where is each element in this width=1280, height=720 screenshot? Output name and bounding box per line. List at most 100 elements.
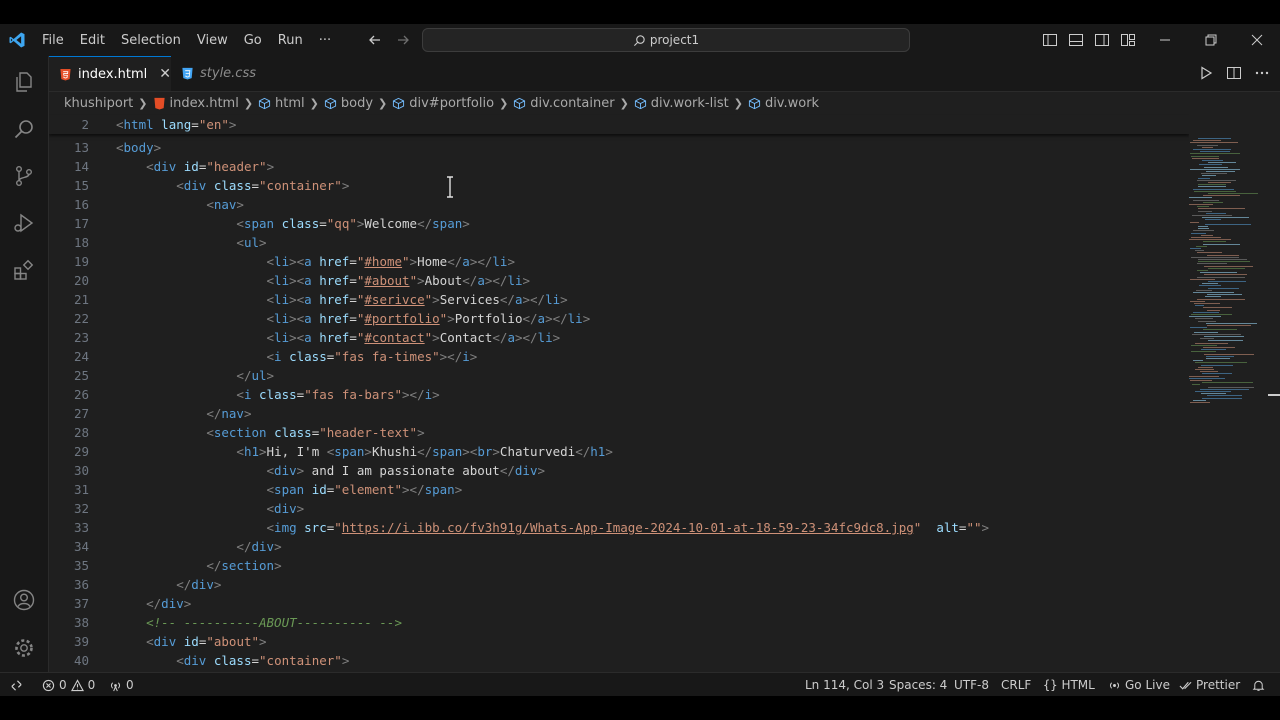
- breadcrumb: khushiport ❯ index.html ❯ html ❯ body ❯ div#p…: [49, 92, 1280, 114]
- minimap[interactable]: [1189, 114, 1269, 678]
- cursor-position[interactable]: Ln 114, Col 3: [805, 673, 884, 696]
- restore-icon: [1205, 34, 1217, 46]
- indentation[interactable]: Spaces: 4: [889, 673, 947, 696]
- minimap-line: [1192, 384, 1201, 386]
- toggle-panel-icon[interactable]: [1068, 32, 1084, 48]
- code-line[interactable]: 14 <div id="header">: [49, 157, 1189, 176]
- minimap-line: [1206, 358, 1230, 359]
- breadcrumb-file[interactable]: index.html: [153, 96, 239, 111]
- code-line[interactable]: 33 <img src="https://i.ibb.co/fv3h91g/Wh…: [49, 518, 1189, 537]
- source-control-button[interactable]: [10, 162, 38, 190]
- code-line[interactable]: 30 <div> and I am passionate about</div>: [49, 461, 1189, 480]
- breadcrumb-folder[interactable]: khushiport: [64, 96, 133, 111]
- code-line[interactable]: 18 <ul>: [49, 233, 1189, 252]
- code-line[interactable]: 21 <li><a href="#serivce">Services</a></…: [49, 290, 1189, 309]
- accounts-button[interactable]: [10, 586, 38, 614]
- tab-style-css[interactable]: style.css: [171, 56, 281, 91]
- breadcrumb-item[interactable]: div.work: [748, 96, 819, 111]
- go-live-button[interactable]: Go Live: [1108, 673, 1170, 696]
- minimap-line: [1199, 285, 1222, 287]
- code-line[interactable]: 32 <div>: [49, 499, 1189, 518]
- end-of-line[interactable]: CRLF: [1001, 673, 1031, 696]
- minimap-line: [1200, 388, 1250, 390]
- code-text: <div> and I am passionate about</div>: [266, 463, 545, 478]
- minimize-button[interactable]: [1142, 24, 1188, 56]
- menu-item-1[interactable]: Edit: [72, 33, 113, 48]
- menu-item-3[interactable]: View: [189, 33, 236, 48]
- menu-item-5[interactable]: Run: [270, 33, 311, 48]
- breadcrumb-item[interactable]: body: [324, 96, 373, 111]
- code-line[interactable]: 38 <!-- ----------ABOUT---------- -->: [49, 613, 1189, 632]
- code-line[interactable]: 25 </ul>: [49, 366, 1189, 385]
- run-icon[interactable]: [1198, 65, 1214, 81]
- restore-button[interactable]: [1188, 24, 1234, 56]
- line-number: 2: [81, 117, 89, 132]
- code-line[interactable]: 29 <h1>Hi, I'm <span>Khushi</span><br>Ch…: [49, 442, 1189, 461]
- back-arrow-icon[interactable]: [366, 31, 384, 49]
- vscode-window: File Edit Selection View Go Run ··· project1: [0, 24, 1280, 696]
- command-center-search[interactable]: project1: [422, 28, 910, 52]
- code-line[interactable]: 39 <div id="about">: [49, 632, 1189, 651]
- split-editor-icon[interactable]: [1226, 65, 1242, 81]
- code-line[interactable]: 13 <body>: [49, 138, 1189, 157]
- code-line[interactable]: 15 <div class="container">: [49, 176, 1189, 195]
- code-line[interactable]: 31 <span id="element"></span>: [49, 480, 1189, 499]
- language-mode[interactable]: {} HTML: [1043, 673, 1095, 696]
- code-line[interactable]: 20 <li><a href="#about">About</a></li>: [49, 271, 1189, 290]
- menu-item-6[interactable]: ···: [311, 33, 339, 48]
- code-line[interactable]: 34 </div>: [49, 537, 1189, 556]
- ports-indicator[interactable]: 0: [109, 673, 134, 696]
- minimap-line: [1189, 204, 1214, 205]
- minimap-line: [1208, 267, 1245, 269]
- code-line[interactable]: 16 <nav>: [49, 195, 1189, 214]
- toggle-primary-sidebar-icon[interactable]: [1042, 32, 1058, 48]
- more-actions-icon[interactable]: [1254, 65, 1270, 81]
- ports-count: 0: [126, 678, 134, 692]
- code-line[interactable]: 17 <span class="qq">Welcome</span>: [49, 214, 1189, 233]
- search-view-button[interactable]: [10, 115, 38, 143]
- menu-item-2[interactable]: Selection: [113, 33, 189, 48]
- code-line[interactable]: 19 <li><a href="#home">Home</a></li>: [49, 252, 1189, 271]
- close-window-button[interactable]: [1234, 24, 1280, 56]
- minimap-line: [1204, 274, 1248, 276]
- code-line[interactable]: 37 </div>: [49, 594, 1189, 613]
- code-line[interactable]: 35 </section>: [49, 556, 1189, 575]
- forward-arrow-icon[interactable]: [394, 31, 412, 49]
- code-line[interactable]: 23 <li><a href="#contact">Contact</a></l…: [49, 328, 1189, 347]
- minimap-line: [1191, 155, 1219, 157]
- code-line[interactable]: 26 <i class="fas fa-bars"></i>: [49, 385, 1189, 404]
- notifications-button[interactable]: [1252, 673, 1265, 696]
- manage-button[interactable]: [10, 634, 38, 662]
- minimap-line: [1198, 228, 1209, 230]
- explorer-button[interactable]: [10, 68, 38, 96]
- code-line[interactable]: 27 </nav>: [49, 404, 1189, 423]
- warning-count: 0: [87, 678, 96, 692]
- remote-indicator[interactable]: [10, 673, 23, 696]
- encoding[interactable]: UTF-8: [954, 673, 989, 696]
- close-tab-icon[interactable]: ✕: [159, 66, 171, 82]
- menu-item-4[interactable]: Go: [236, 33, 270, 48]
- menu-item-0[interactable]: File: [34, 33, 72, 48]
- code-line[interactable]: 2 <html lang="en">: [49, 115, 1189, 134]
- customize-layout-icon[interactable]: [1120, 32, 1136, 48]
- breadcrumb-item[interactable]: html: [258, 96, 305, 111]
- vscode-logo-icon[interactable]: [8, 31, 26, 49]
- minimap-line: [1197, 263, 1228, 265]
- code-line[interactable]: 36 </div>: [49, 575, 1189, 594]
- code-line[interactable]: 28 <section class="header-text">: [49, 423, 1189, 442]
- breadcrumb-item[interactable]: div#portfolio: [392, 96, 494, 111]
- scrollbar-marker[interactable]: [1268, 394, 1280, 396]
- code-editor[interactable]: 2 <html lang="en"> 13 <body> 14 <div id="hea…: [49, 114, 1189, 678]
- extensions-button[interactable]: [10, 256, 38, 284]
- prettier-button[interactable]: Prettier: [1179, 673, 1240, 696]
- code-line[interactable]: 24 <i class="fas fa-times"></i>: [49, 347, 1189, 366]
- breadcrumb-item[interactable]: div.work-list: [634, 96, 729, 111]
- code-line[interactable]: 40 <div class="container">: [49, 651, 1189, 670]
- breadcrumb-item[interactable]: div.container: [513, 96, 615, 111]
- problems-indicator[interactable]: 0 0: [42, 673, 95, 696]
- tab-index-html[interactable]: index.html ✕: [49, 56, 171, 91]
- minimap-line: [1201, 364, 1234, 366]
- toggle-secondary-sidebar-icon[interactable]: [1094, 32, 1110, 48]
- code-line[interactable]: 22 <li><a href="#portfolio">Portfolio</a…: [49, 309, 1189, 328]
- run-debug-button[interactable]: [10, 209, 38, 237]
